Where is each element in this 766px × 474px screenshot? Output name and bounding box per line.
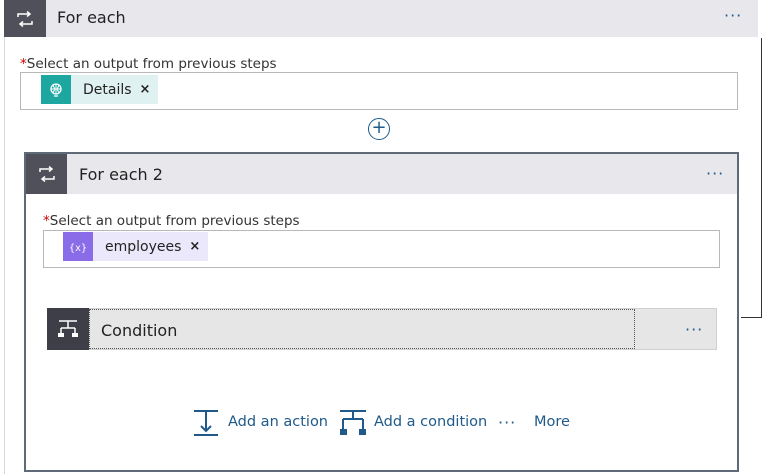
- employees-token[interactable]: {x} employees ×: [63, 232, 209, 261]
- variable-icon: {x}: [63, 232, 93, 261]
- token-label: employees: [105, 238, 182, 255]
- token-remove-button[interactable]: ×: [140, 82, 159, 97]
- required-mark: *: [20, 56, 27, 72]
- condition-icon: [47, 308, 89, 350]
- for-each-2-menu-button[interactable]: ···: [706, 164, 724, 183]
- globe-icon: [41, 75, 71, 104]
- token-label: Details: [83, 81, 132, 98]
- more-button[interactable]: More: [534, 414, 570, 430]
- for-each-field-label: *Select an output from previous steps: [20, 56, 277, 72]
- for-each-2-field-label: *Select an output from previous steps: [43, 213, 300, 229]
- card-edge: [741, 38, 762, 318]
- field-label-text: Select an output from previous steps: [49, 213, 300, 229]
- for-each-2-title: For each 2: [79, 165, 163, 184]
- for-each-2-output-input[interactable]: {x} employees ×: [43, 230, 720, 268]
- add-step-button[interactable]: +: [368, 118, 390, 140]
- add-action-icon: [193, 409, 219, 437]
- field-label-text: Select an output from previous steps: [26, 56, 277, 72]
- add-condition-button[interactable]: Add a condition: [374, 414, 487, 430]
- for-each-menu-button[interactable]: ···: [724, 6, 742, 25]
- loop-icon: [4, 0, 46, 37]
- more-icon: ···: [498, 413, 517, 432]
- add-action-button[interactable]: Add an action: [228, 414, 328, 430]
- loop-icon: [26, 154, 67, 194]
- condition-menu-button[interactable]: ···: [685, 320, 703, 339]
- for-each-output-input[interactable]: Details ×: [20, 72, 738, 110]
- token-remove-button[interactable]: ×: [189, 239, 208, 254]
- for-each-title: For each: [57, 8, 126, 27]
- add-condition-icon: [339, 409, 367, 437]
- details-token[interactable]: Details ×: [41, 75, 159, 104]
- svg-text:{x}: {x}: [69, 243, 87, 254]
- condition-title: Condition: [101, 321, 178, 340]
- required-mark: *: [43, 213, 50, 229]
